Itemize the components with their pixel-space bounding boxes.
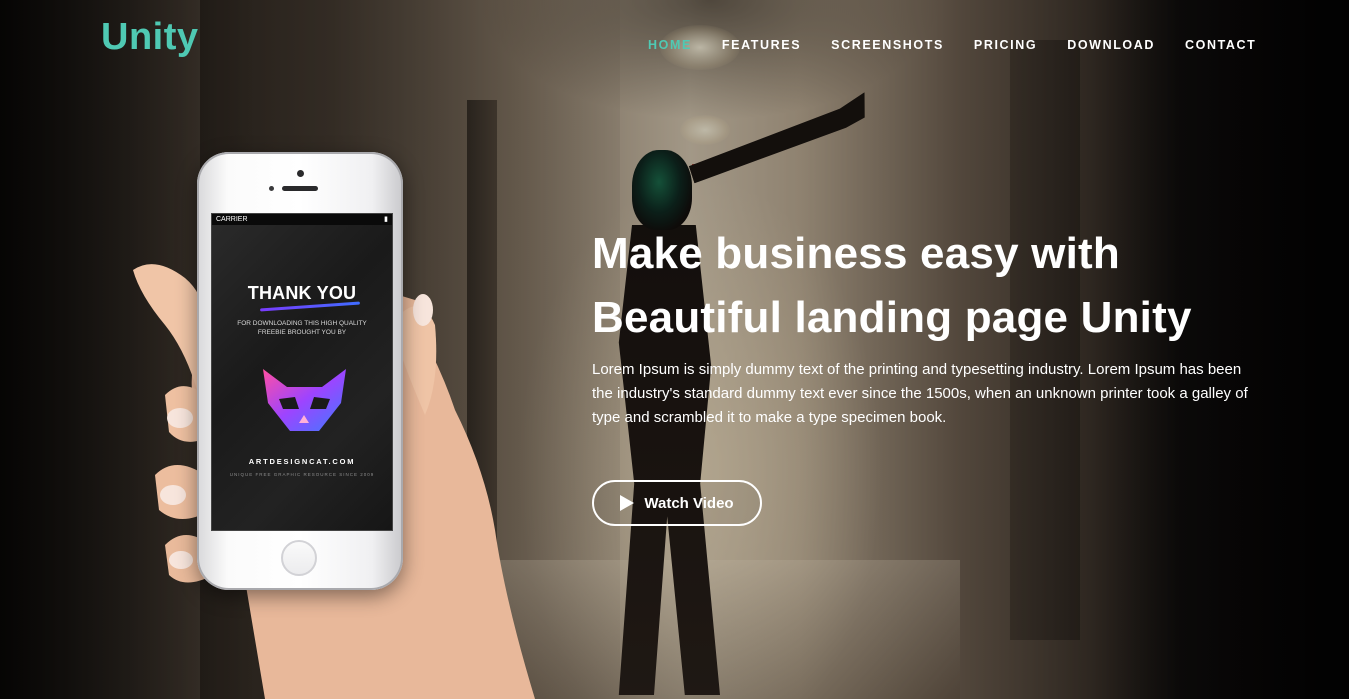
nav-link-screenshots[interactable]: SCREENSHOTS (831, 38, 944, 52)
site-name: ARTDESIGNCAT.COM (248, 457, 356, 466)
nav-item-home: HOME (648, 38, 722, 52)
brand-logo[interactable]: Unity (101, 16, 199, 59)
proximity-sensor-icon (269, 186, 274, 191)
hero-lead-text: Lorem Ipsum is simply dummy text of the … (592, 361, 1248, 426)
site-tagline: UNIQUE FREE GRAPHIC RESOURCE SINCE 2009 (229, 472, 375, 477)
thank-you-title: THANK YOU (247, 283, 357, 303)
thank-you-subtitle: FOR DOWNLOADING THIS HIGH QUALITY FREEBI… (237, 320, 367, 336)
nav-item-contact: CONTACT (1185, 38, 1286, 52)
play-icon (620, 495, 635, 511)
nav-link-pricing[interactable]: PRICING (974, 38, 1037, 52)
nav-link-home[interactable]: HOME (648, 38, 692, 52)
phone-screen: CARRIER ▮ THANK YOU FOR DOWNLOADING THIS… (211, 213, 393, 531)
hero-headline-line1: Make business easy with (592, 229, 1120, 278)
status-bar: CARRIER ▮ (212, 214, 392, 225)
nav-link-download[interactable]: DOWNLOAD (1067, 38, 1155, 52)
home-button (281, 540, 317, 576)
carrier-label: CARRIER (216, 216, 248, 223)
nav-item-features: FEATURES (722, 38, 831, 52)
hero-headline: Make business easy with Beautiful landin… (592, 222, 1292, 350)
nav-item-download: DOWNLOAD (1067, 38, 1185, 52)
nav-link-features[interactable]: FEATURES (722, 38, 801, 52)
front-camera-icon (297, 170, 304, 177)
smartphone: CARRIER ▮ THANK YOU FOR DOWNLOADING THIS… (197, 152, 403, 590)
nav-item-screenshots: SCREENSHOTS (831, 38, 974, 52)
battery-icon: ▮ (384, 216, 388, 223)
main-nav: HOME FEATURES SCREENSHOTS PRICING DOWNLO… (648, 38, 1286, 52)
watch-video-button[interactable]: Watch Video (592, 480, 762, 526)
cat-mask-logo (263, 369, 346, 431)
nav-item-pricing: PRICING (974, 38, 1067, 52)
watch-video-label: Watch Video (644, 494, 734, 512)
nav-link-contact[interactable]: CONTACT (1185, 38, 1256, 52)
hero-headline-line2: Beautiful landing page Unity (592, 293, 1192, 342)
screen-content: THANK YOU FOR DOWNLOADING THIS HIGH QUAL… (212, 225, 392, 530)
phone-mockup: CARRIER ▮ THANK YOU FOR DOWNLOADING THIS… (125, 150, 545, 699)
speaker-grille (282, 186, 318, 191)
